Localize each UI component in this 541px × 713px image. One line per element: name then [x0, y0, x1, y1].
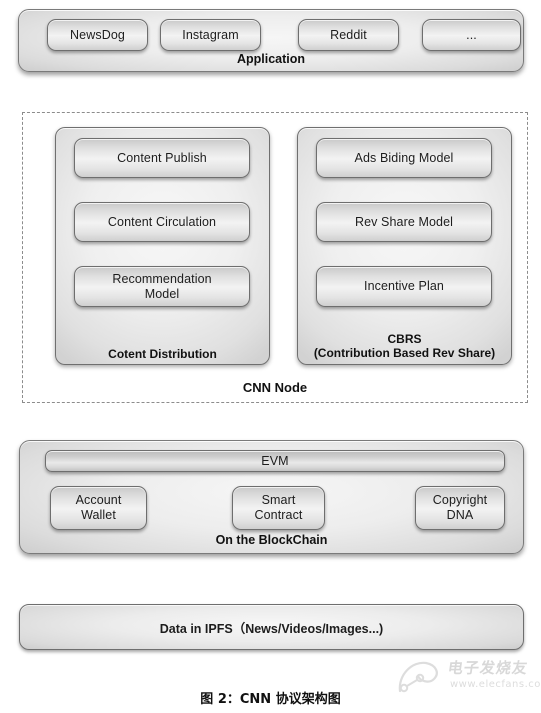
- ipfs-storage-box[interactable]: Data in IPFS（News/Videos/Images...): [19, 604, 524, 650]
- account-wallet-label: Account Wallet: [75, 493, 122, 522]
- content-circulation-label: Content Circulation: [107, 214, 217, 229]
- application-item-label: ...: [466, 27, 477, 42]
- application-layer-label: Application: [236, 52, 306, 66]
- application-item-instagram[interactable]: Instagram: [160, 19, 261, 51]
- content-distribution-label: Cotent Distribution: [108, 347, 217, 361]
- incentive-plan-label: Incentive Plan: [364, 279, 444, 294]
- content-publish-label: Content Publish: [117, 150, 207, 165]
- recommendation-model-box[interactable]: Recommendation Model: [74, 266, 250, 307]
- incentive-plan-box[interactable]: Incentive Plan: [316, 266, 492, 307]
- application-item-label: Instagram: [182, 27, 239, 42]
- evm-bar[interactable]: EVM: [45, 450, 505, 472]
- recommendation-model-label: Recommendation Model: [112, 271, 212, 301]
- ipfs-storage-label: Data in IPFS（News/Videos/Images...): [159, 621, 384, 636]
- ads-biding-model-box[interactable]: Ads Biding Model: [316, 138, 492, 178]
- copyright-dna-box[interactable]: Copyright DNA: [415, 486, 505, 530]
- account-wallet-box[interactable]: Account Wallet: [50, 486, 147, 530]
- watermark-text: 电子发烧友: [446, 659, 530, 677]
- application-item-label: NewsDog: [70, 27, 125, 42]
- copyright-dna-label: Copyright DNA: [432, 493, 488, 522]
- evm-label: EVM: [261, 453, 289, 468]
- cbrs-label: CBRS (Contribution Based Rev Share): [313, 332, 496, 360]
- blockchain-layer-label: On the BlockChain: [215, 533, 328, 547]
- content-circulation-box[interactable]: Content Circulation: [74, 202, 250, 242]
- application-item-reddit[interactable]: Reddit: [298, 19, 399, 51]
- rev-share-model-label: Rev Share Model: [354, 214, 454, 229]
- smart-contract-label: Smart Contract: [254, 493, 303, 522]
- application-item-label: Reddit: [330, 27, 367, 42]
- smart-contract-box[interactable]: Smart Contract: [232, 486, 325, 530]
- application-item-more[interactable]: ...: [422, 19, 521, 51]
- figure-caption: 图 2：CNN 协议架构图: [200, 692, 341, 707]
- rev-share-model-box[interactable]: Rev Share Model: [316, 202, 492, 242]
- ads-biding-model-label: Ads Biding Model: [354, 150, 454, 165]
- cnn-node-label: CNN Node: [242, 380, 308, 395]
- application-item-newsdog[interactable]: NewsDog: [47, 19, 148, 51]
- content-publish-box[interactable]: Content Publish: [74, 138, 250, 178]
